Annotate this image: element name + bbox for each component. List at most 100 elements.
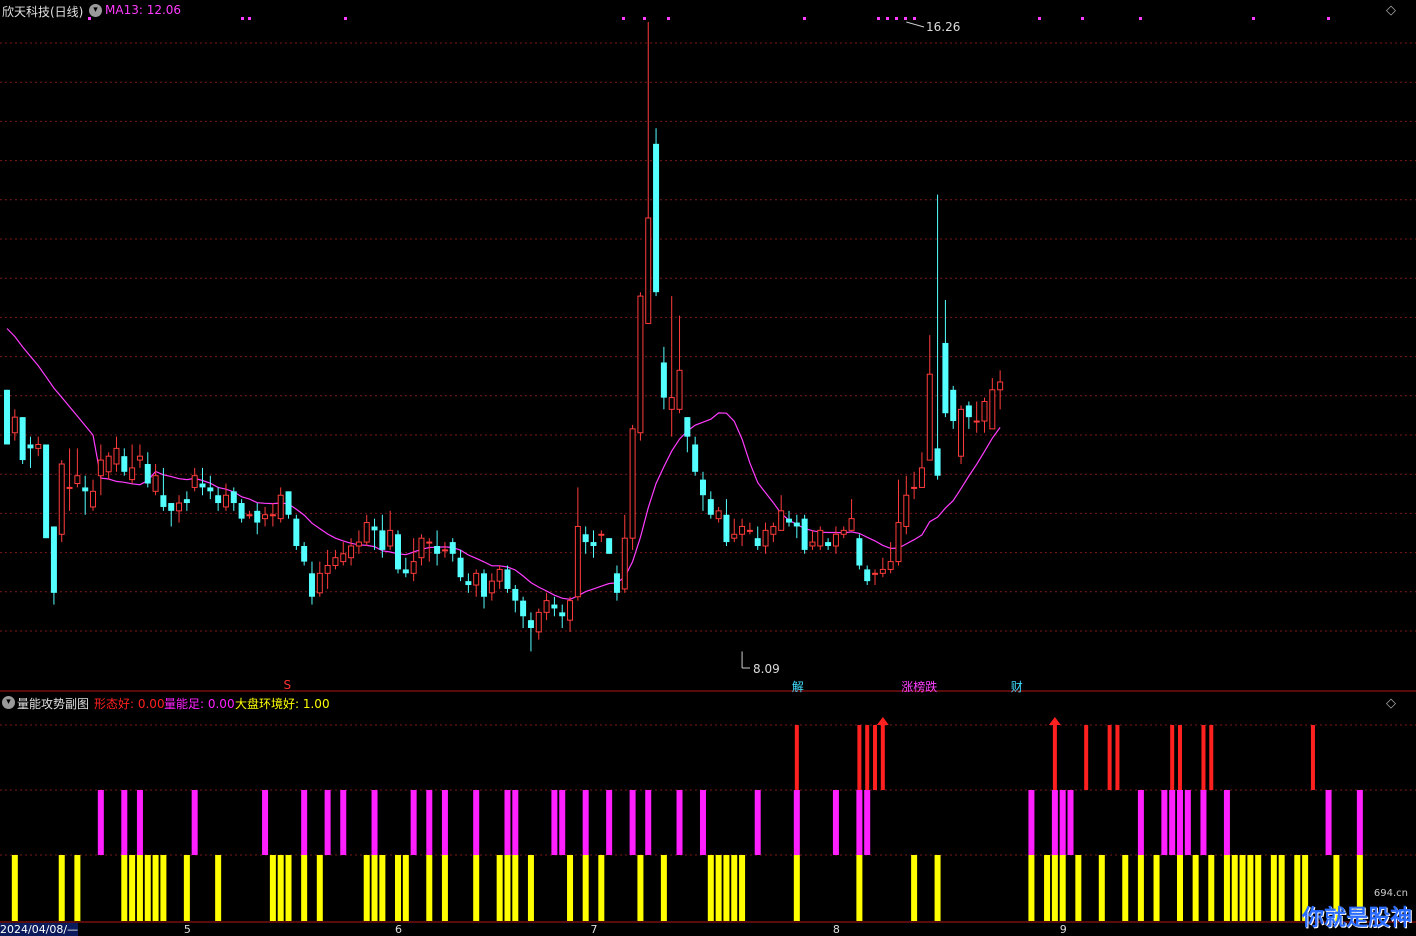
diamond-icon[interactable]: ◇ [1386,696,1396,711]
event-tag[interactable]: 涨榜跌 [901,678,937,695]
candle-body [449,542,456,554]
magenta-bar [793,790,800,855]
magenta-bar [1169,790,1176,855]
high-price-label: 16.26 [926,20,961,34]
candle-body [340,553,347,563]
candle-body [473,572,480,586]
candle-body [371,526,378,531]
yellow-bar [1223,855,1230,921]
candle-body [74,475,81,485]
event-tag[interactable]: 财 [1011,678,1023,695]
candle-body [113,447,120,465]
candle-body [660,362,667,398]
yellow-bar [1239,855,1246,921]
candle-body [543,600,550,613]
candle-body [82,487,89,492]
candle-body [606,538,613,554]
red-bar [880,725,885,790]
magenta-bar [832,790,839,855]
magenta-bar [410,790,417,855]
candle-body [97,459,104,477]
candle-body [981,401,988,422]
yellow-bar [1177,855,1183,921]
candle-body [848,518,855,531]
candle-body [864,569,871,582]
candle-body [809,541,816,547]
red-bar [794,725,799,790]
yellow-bar [402,855,409,921]
chart-stage: 欣天科技(日线) ▾ MA13: 12.06 ◇ ▾ 量能攻势副图 形态好: 0… [0,0,1416,936]
candle-body [269,514,276,517]
yellow-bar [136,855,143,921]
candle-body [324,565,331,574]
yellow-bar [395,855,401,921]
low-price-label: 8.09 [753,662,780,676]
candle-body [582,534,589,543]
signal-dot [344,17,347,20]
magenta-bar [473,790,480,855]
yellow-bar [1044,855,1051,921]
yellow-bar [363,855,370,921]
indicator-shape-good: 形态好: 0.00 [94,697,165,711]
yellow-bar [527,855,534,921]
yellow-bar [144,855,151,921]
kline-chart [0,17,1416,923]
yellow-bar [1231,855,1238,921]
candle-body [129,467,136,481]
candle-body [199,483,206,488]
diamond-icon[interactable]: ◇ [1386,3,1396,18]
candle-body [997,381,1004,391]
candle-body [559,612,566,617]
date-tick-label: 5 [183,923,191,936]
yellow-bar [1153,855,1160,921]
candle-body [887,561,894,570]
candle-body [50,526,57,593]
candle-body [840,529,847,535]
candle-body [230,491,237,504]
event-tag[interactable]: 解 [792,678,804,695]
yellow-bar [911,855,918,921]
magenta-bar [97,790,104,855]
yellow-bar [1075,855,1082,921]
ma-layer [6,328,1001,601]
yellow-bar [285,855,292,921]
candle-body [754,538,761,546]
magenta-bar [1059,790,1066,855]
red-bar [1201,725,1206,790]
yellow-bar [1270,855,1277,921]
candle-body [355,541,362,547]
chevron-down-icon[interactable]: ▾ [89,4,102,17]
red-bar [1052,725,1057,790]
yellow-bar [496,855,503,921]
yellow-bar [1278,855,1285,921]
yellow-bar [160,855,167,921]
candle-body [668,397,675,410]
yellow-bar [723,855,730,921]
candle-body [332,557,339,567]
signal-dot [1081,17,1084,20]
candle-body [903,494,910,527]
candle-body [692,444,699,472]
yellow-bar [1294,855,1301,921]
yellow-bar [121,855,128,921]
magenta-bar [136,790,143,855]
yellow-bar [379,855,386,921]
candle-body [222,494,229,508]
yellow-bar [731,855,738,921]
event-tag[interactable]: S [284,678,292,692]
red-bar [1170,725,1175,790]
date-tick-label: 8 [832,923,840,936]
candle-body [731,533,738,539]
candle-body [488,580,495,594]
red-bar [1209,725,1214,790]
indicator-menu-icon[interactable]: ▾ [2,696,15,709]
yellow-bar [793,855,800,921]
magenta-bar [262,790,269,855]
candle-body [27,444,34,449]
magenta-bar [512,790,519,855]
yellow-bar [1208,855,1215,921]
signal-dot [622,17,625,20]
yellow-bar [856,855,863,921]
magenta-bar [1223,790,1230,855]
candle-body [387,529,394,547]
